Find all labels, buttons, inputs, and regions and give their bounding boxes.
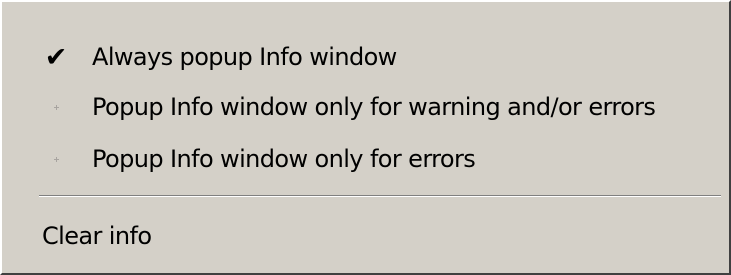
menu-item-label: Popup Info window only for warning and/o…	[92, 93, 656, 121]
menu-item-label: Always popup Info window	[92, 43, 397, 71]
checkmark-glyph: ✔	[44, 41, 68, 73]
menu-item-clear-info[interactable]: Clear info	[4, 211, 727, 261]
checkmark-icon: ✔	[44, 32, 68, 82]
menu-item-popup-warnings-errors[interactable]: Popup Info window only for warning and/o…	[4, 82, 727, 132]
menu-item-popup-errors-only[interactable]: Popup Info window only for errors	[4, 134, 727, 184]
dot-shape	[53, 104, 59, 110]
context-menu: ✔ Always popup Info window Popup Info wi…	[0, 0, 731, 275]
menu-item-label: Clear info	[42, 222, 152, 250]
menu-item-always-popup[interactable]: ✔ Always popup Info window	[4, 32, 727, 82]
dot-shape	[53, 156, 59, 162]
menu-item-label: Popup Info window only for errors	[92, 145, 476, 173]
dot-icon	[44, 134, 68, 184]
menu-separator	[39, 195, 721, 197]
dot-icon	[44, 82, 68, 132]
